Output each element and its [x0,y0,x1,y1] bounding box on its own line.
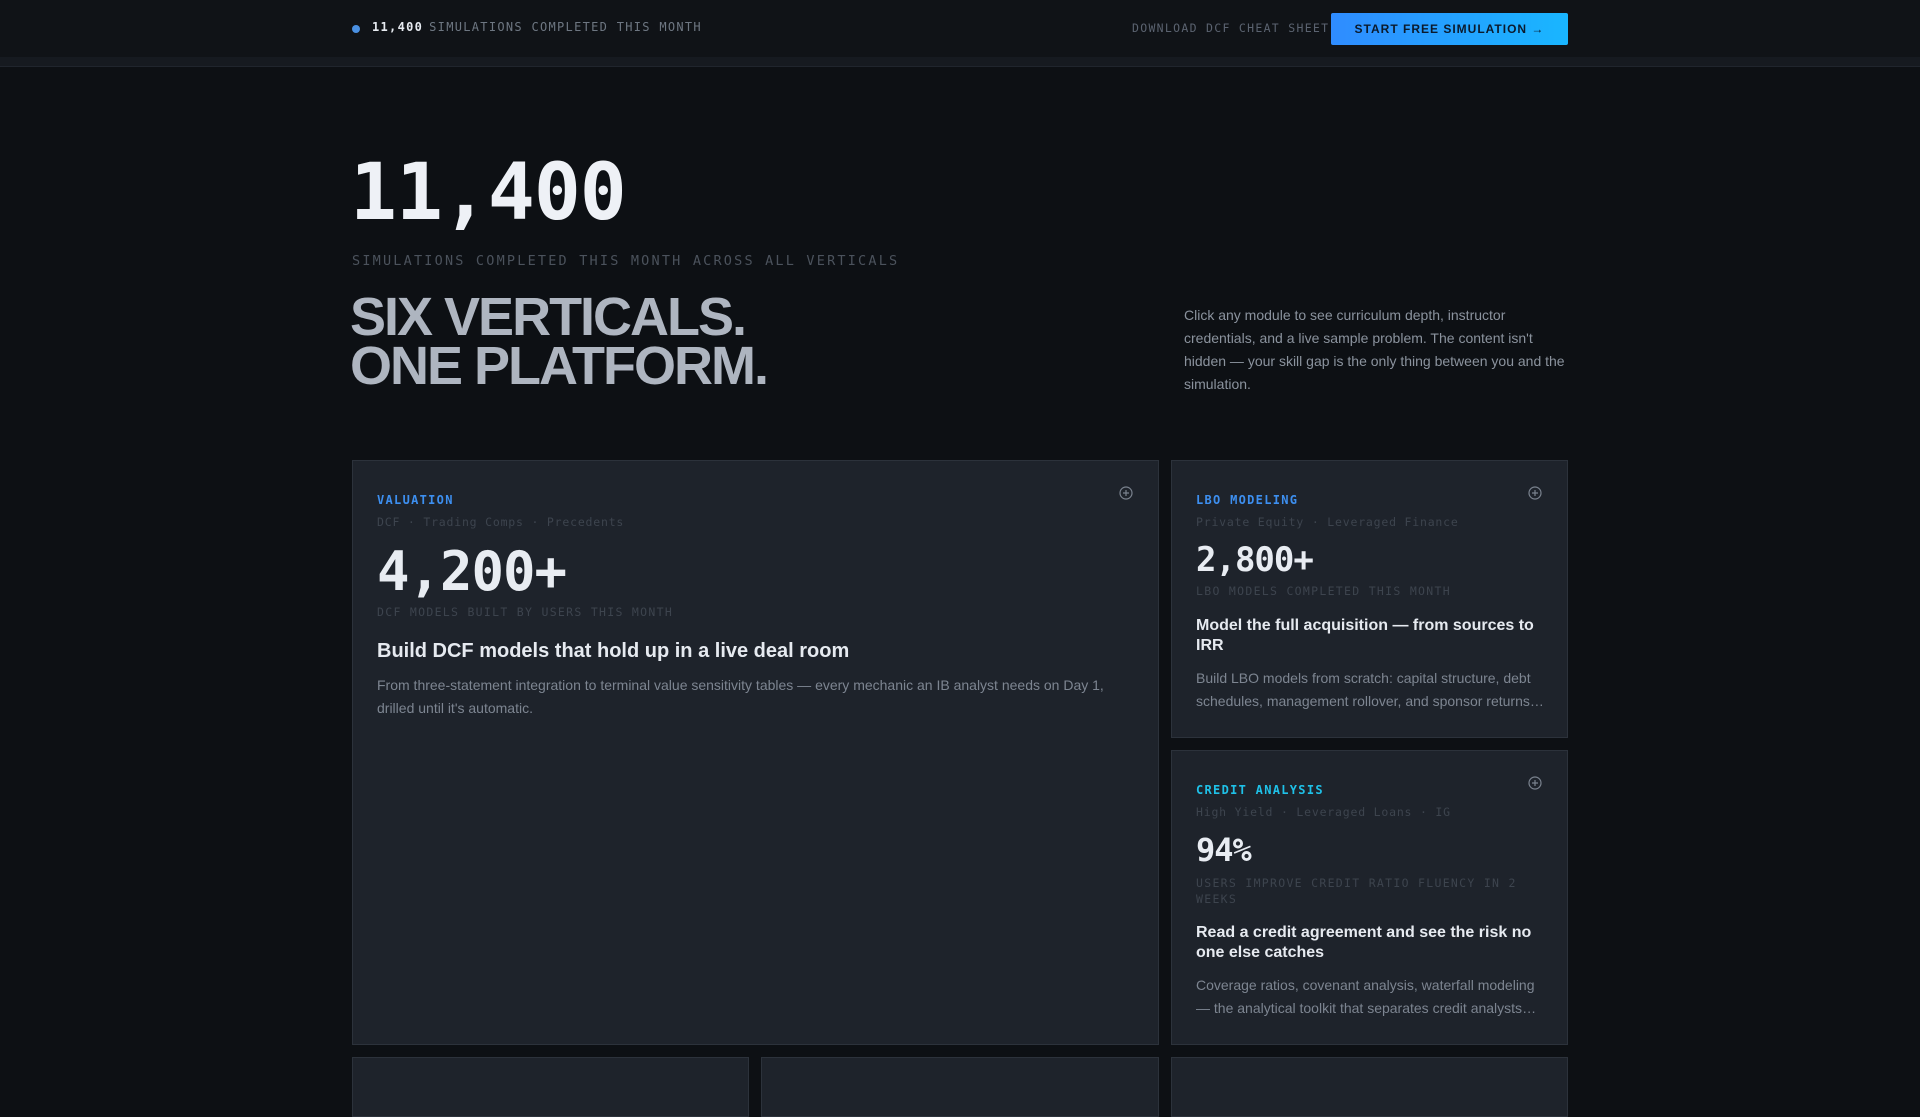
card-description: From three-statement integration to term… [377,677,1104,716]
download-cheat-sheet-link[interactable]: DOWNLOAD DCF CHEAT SHEET [1132,21,1329,35]
card-category: VALUATION [377,493,454,507]
card-tags: DCF · Trading Comps · Precedents [377,515,625,529]
card-stat-label: LBO MODELS COMPLETED THIS MONTH [1196,584,1451,598]
card-description: Coverage ratios, covenant analysis, wate… [1196,977,1535,1016]
live-counter-value: 11,400 [372,20,424,34]
card-tags: High Yield · Leveraged Loans · IG [1196,805,1451,819]
card-title: Build DCF models that hold up in a live … [377,640,850,662]
headline-line-1: SIX VERTICALS. [350,287,747,347]
card-stat: 2,800+ [1196,540,1314,580]
live-indicator-dot [352,25,360,33]
top-bar-divider [0,57,1920,67]
live-counter-label: SIMULATIONS COMPLETED THIS MONTH [429,20,702,34]
plus-circle-icon[interactable] [1528,486,1542,500]
module-card-row2-1[interactable] [352,1057,749,1117]
module-card-row2-3[interactable] [1171,1057,1568,1117]
card-description: Build LBO models from scratch: capital s… [1196,670,1531,709]
hero-stat-number: 11,400 [350,148,627,238]
card-title: Read a credit agreement and see the risk… [1196,924,1532,961]
card-stat-label: USERS IMPROVE CREDIT RATIO FLUENCY IN 2 … [1196,876,1517,906]
top-bar: 11,400 SIMULATIONS COMPLETED THIS MONTH D… [0,0,1920,58]
start-free-simulation-button[interactable]: START FREE SIMULATION → [1331,13,1568,45]
card-tags: Private Equity · Leveraged Finance [1196,515,1459,529]
card-category: LBO MODELING [1196,493,1299,507]
card-stat-label: DCF MODELS BUILT BY USERS THIS MONTH [377,605,674,619]
headline-line-2: ONE PLATFORM. [350,336,769,396]
card-stat: 94% [1196,831,1252,869]
page-headline: SIX VERTICALS. ONE PLATFORM. [350,287,769,396]
plus-circle-icon[interactable] [1528,776,1542,790]
card-stat: 4,200+ [377,540,567,603]
card-title: Model the full acquisition — from source… [1196,617,1534,654]
plus-circle-icon[interactable] [1119,486,1133,500]
module-card-valuation[interactable]: VALUATION DCF · Trading Comps · Preceden… [352,460,1159,1045]
hero-stat-label: SIMULATIONS COMPLETED THIS MONTH ACROSS … [352,253,900,269]
intro-paragraph: Click any module to see curriculum depth… [1184,307,1565,392]
module-card-credit-analysis[interactable]: CREDIT ANALYSIS High Yield · Leveraged L… [1171,750,1568,1045]
module-card-row2-2[interactable] [761,1057,1159,1117]
card-category: CREDIT ANALYSIS [1196,783,1324,797]
live-counter: 11,400 SIMULATIONS COMPLETED THIS MONTH [372,20,702,34]
module-card-lbo-modeling[interactable]: LBO MODELING Private Equity · Leveraged … [1171,460,1568,738]
